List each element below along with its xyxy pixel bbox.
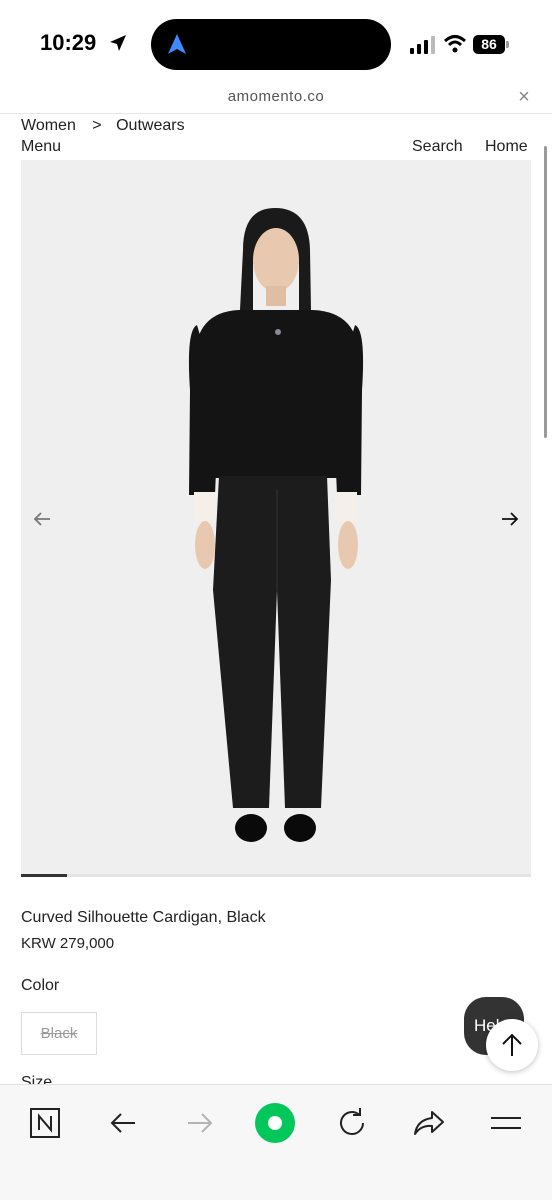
cellular-signal-icon (410, 36, 435, 54)
product-photo (188, 208, 364, 842)
naver-home-button[interactable] (25, 1103, 65, 1143)
dynamic-island (151, 19, 391, 70)
location-arrow-icon (110, 35, 126, 51)
product-price: KRW 279,000 (21, 935, 115, 952)
share-icon (414, 1111, 444, 1135)
breadcrumb-separator: > (92, 117, 102, 134)
browser-toolbar (0, 1084, 552, 1200)
next-image-arrow-icon[interactable] (499, 508, 521, 530)
forward-button[interactable] (180, 1103, 220, 1143)
share-button[interactable] (409, 1103, 449, 1143)
url-text[interactable]: amomento.co (0, 88, 552, 105)
status-time: 10:29 (40, 30, 97, 55)
breadcrumb: Women > Outwears (21, 117, 185, 135)
reload-button[interactable] (332, 1103, 372, 1143)
forward-arrow-icon (188, 1113, 213, 1133)
close-icon[interactable]: × (514, 86, 534, 109)
navigation-a-icon (168, 34, 186, 54)
breadcrumb-outwears[interactable]: Outwears (116, 117, 184, 135)
arrow-up-icon (502, 1033, 522, 1056)
battery-indicator: 86 (473, 35, 509, 55)
back-arrow-icon (110, 1113, 135, 1133)
previous-image-arrow-icon[interactable] (31, 508, 53, 530)
home-link[interactable]: Home (485, 138, 528, 156)
url-bar[interactable]: amomento.co × (0, 84, 552, 114)
scroll-to-top-button[interactable] (486, 1019, 538, 1071)
menu-lines-icon (491, 1117, 521, 1129)
page-scrollbar[interactable] (544, 146, 547, 438)
search-link[interactable]: Search (412, 138, 463, 156)
color-label: Color (21, 977, 60, 994)
color-option-black[interactable]: Black (21, 1012, 97, 1055)
gallery-progress-track (21, 874, 531, 877)
size-label: Size (21, 1074, 53, 1084)
battery-nub (506, 41, 509, 48)
status-bar: 10:29 86 (0, 0, 552, 84)
menu-button[interactable] (486, 1103, 526, 1143)
back-button[interactable] (103, 1103, 143, 1143)
menu-link[interactable]: Menu (21, 138, 61, 156)
wifi-icon (443, 35, 467, 53)
gallery-progress-fill (21, 874, 67, 877)
breadcrumb-women[interactable]: Women (21, 117, 76, 135)
battery-level: 86 (473, 35, 505, 54)
green-dot-icon (255, 1103, 295, 1143)
product-image-gallery[interactable] (21, 160, 531, 876)
reload-icon (340, 1108, 364, 1135)
product-name: Curved Silhouette Cardigan, Black (21, 909, 266, 926)
naver-home-icon (30, 1108, 60, 1138)
green-dot-button[interactable] (255, 1103, 295, 1143)
